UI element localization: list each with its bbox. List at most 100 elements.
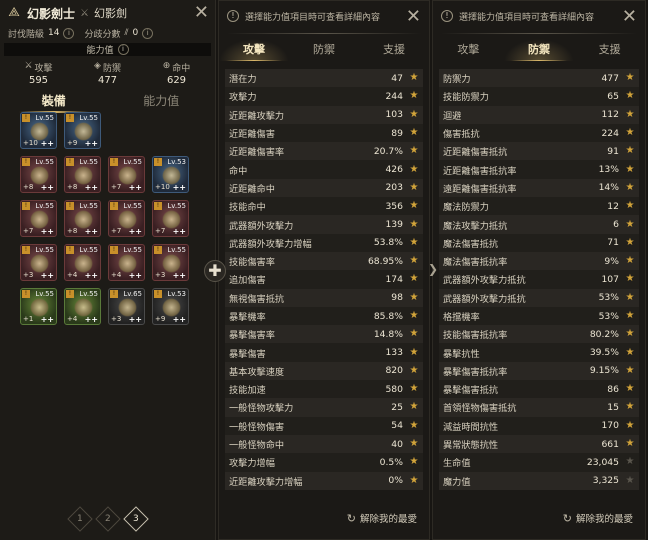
equipment-slot[interactable]: ! Lv.55 +7 ++	[20, 200, 57, 237]
stat-row[interactable]: 暴擊抗性 39.5% ★	[439, 343, 639, 362]
reset-favorites-button[interactable]: ↻ 解除我的最愛	[563, 511, 633, 526]
stat-row[interactable]: 近距離傷害抵抗率 13% ★	[439, 160, 639, 179]
stat-row[interactable]: 迴避 112 ★	[439, 105, 639, 124]
equipment-slot[interactable]: ! Lv.55 +7 ++	[108, 156, 145, 193]
favorite-star-icon[interactable]: ★	[625, 347, 635, 358]
favorite-star-icon[interactable]: ★	[409, 109, 419, 120]
stat-row[interactable]: 暴擊傷害抵抗 86 ★	[439, 380, 639, 399]
favorite-star-icon[interactable]: ★	[625, 475, 635, 486]
stat-row[interactable]: 減益時間抗性 170 ★	[439, 416, 639, 435]
favorite-star-icon[interactable]: ★	[625, 420, 635, 431]
favorite-star-icon[interactable]: ★	[409, 274, 419, 284]
stat-row[interactable]: 攻擊力 244 ★	[225, 87, 423, 106]
close-icon[interactable]: ✕	[406, 6, 421, 27]
equipment-slot[interactable]: ! Lv.55 +3 ++	[20, 244, 57, 281]
favorite-star-icon[interactable]: ★	[409, 237, 419, 248]
stat-row[interactable]: 近距離攻擊力增幅 0% ★	[225, 471, 423, 490]
tab-equipment[interactable]: 裝備	[0, 91, 108, 113]
tab-attack[interactable]: 攻擊	[219, 39, 289, 61]
stat-row[interactable]: 武器額外攻擊力增幅 53.8% ★	[225, 233, 423, 252]
stat-row[interactable]: 基本攻擊速度 820 ★	[225, 361, 423, 381]
favorite-star-icon[interactable]: ★	[625, 146, 635, 156]
reset-favorites-button[interactable]: ↻ 解除我的最愛	[347, 511, 417, 526]
expand-plus-icon[interactable]: ✚	[204, 260, 226, 282]
favorite-star-icon[interactable]: ★	[409, 311, 419, 321]
favorite-star-icon[interactable]: ★	[409, 219, 419, 230]
info-icon[interactable]: i	[63, 27, 75, 39]
favorite-star-icon[interactable]: ★	[625, 329, 635, 339]
favorite-star-icon[interactable]: ★	[625, 274, 635, 284]
stat-row[interactable]: 格擋機率 53% ★	[439, 306, 639, 326]
close-icon[interactable]: ✕	[622, 6, 637, 27]
favorite-star-icon[interactable]: ★	[409, 347, 419, 358]
favorite-star-icon[interactable]: ★	[409, 91, 419, 101]
tab-defense[interactable]: 防禦	[289, 39, 359, 61]
equipment-slot[interactable]: ! Lv.55 +4 ++	[64, 288, 101, 325]
stat-row[interactable]: 魔法傷害抵抗 71 ★	[439, 233, 639, 252]
stat-row[interactable]: 魔法防禦力 12 ★	[439, 197, 639, 216]
favorite-star-icon[interactable]: ★	[409, 329, 419, 339]
chevron-right-icon[interactable]: ❯	[428, 262, 438, 278]
page-button-1[interactable]: 1	[67, 506, 93, 532]
page-button-2[interactable]: 2	[95, 506, 121, 532]
stat-row[interactable]: 近距離命中 203 ★	[225, 178, 423, 198]
tab-attack[interactable]: 攻擊	[433, 39, 504, 61]
stat-row[interactable]: 魔法傷害抵抗率 9% ★	[439, 251, 639, 271]
stat-row[interactable]: 追加傷害 174 ★	[225, 270, 423, 289]
equipment-slot[interactable]: ! Lv.55 +1 ++	[20, 288, 57, 325]
favorite-star-icon[interactable]: ★	[625, 384, 635, 394]
tab-abilities[interactable]: 能力值	[108, 91, 216, 113]
stat-row[interactable]: 異常狀態抗性 661 ★	[439, 434, 639, 454]
stat-row[interactable]: 攻擊力增幅 0.5% ★	[225, 453, 423, 472]
stat-row[interactable]: 暴擊機率 85.8% ★	[225, 306, 423, 326]
favorite-star-icon[interactable]: ★	[625, 402, 635, 412]
favorite-star-icon[interactable]: ★	[409, 420, 419, 431]
favorite-star-icon[interactable]: ★	[625, 109, 635, 120]
info-icon[interactable]: i	[117, 44, 129, 55]
equipment-slot[interactable]: ! Lv.55 +4 ++	[108, 244, 145, 281]
stat-row[interactable]: 近距離傷害率 20.7% ★	[225, 142, 423, 161]
stat-row[interactable]: 技能防禦力 65 ★	[439, 87, 639, 106]
favorite-star-icon[interactable]: ★	[625, 292, 635, 303]
favorite-star-icon[interactable]: ★	[409, 402, 419, 412]
favorite-star-icon[interactable]: ★	[625, 237, 635, 248]
favorite-star-icon[interactable]: ★	[625, 182, 635, 193]
favorite-star-icon[interactable]: ★	[409, 365, 419, 376]
favorite-star-icon[interactable]: ★	[625, 256, 635, 266]
stat-row[interactable]: 一般怪物攻擊力 25 ★	[225, 398, 423, 417]
stat-row[interactable]: 一般怪物命中 40 ★	[225, 434, 423, 454]
equipment-slot[interactable]: ! Lv.55 +7 ++	[152, 200, 189, 237]
stat-row[interactable]: 武器額外攻擊力抵抗 53% ★	[439, 288, 639, 307]
stat-row[interactable]: 魔法攻擊力抵抗 6 ★	[439, 215, 639, 234]
stat-row[interactable]: 技能傷害抵抗率 80.2% ★	[439, 325, 639, 344]
favorite-star-icon[interactable]: ★	[409, 201, 419, 211]
stat-row[interactable]: 命中 426 ★	[225, 160, 423, 179]
stat-row[interactable]: 暴擊傷害率 14.8% ★	[225, 325, 423, 344]
equipment-slot[interactable]: ! Lv.53 +10 ++	[152, 156, 189, 193]
equipment-slot[interactable]: ! Lv.55 +7 ++	[108, 200, 145, 237]
favorite-star-icon[interactable]: ★	[409, 164, 419, 175]
page-button-3[interactable]: 3	[123, 506, 149, 532]
tab-defense[interactable]: 防禦	[503, 39, 575, 61]
stat-row[interactable]: 一般怪物傷害 54 ★	[225, 416, 423, 435]
stat-row[interactable]: 武器額外攻擊力抵抗 107 ★	[439, 270, 639, 289]
stat-row[interactable]: 遠距離傷害抵抗率 14% ★	[439, 178, 639, 198]
close-icon[interactable]: ✕	[194, 4, 209, 22]
favorite-star-icon[interactable]: ★	[409, 182, 419, 193]
stat-row[interactable]: 近距離傷害 89 ★	[225, 123, 423, 143]
equipment-slot[interactable]: ! Lv.65 +3 ++	[108, 288, 145, 325]
favorite-star-icon[interactable]: ★	[625, 219, 635, 230]
favorite-star-icon[interactable]: ★	[409, 256, 419, 266]
equipment-slot[interactable]: ! Lv.55 +8 ++	[64, 200, 101, 237]
equipment-slot[interactable]: ! Lv.53 +9 ++	[152, 288, 189, 325]
favorite-star-icon[interactable]: ★	[625, 365, 635, 376]
favorite-star-icon[interactable]: ★	[409, 439, 419, 449]
equipment-slot[interactable]: ! Lv.55 +3 ++	[152, 244, 189, 281]
favorite-star-icon[interactable]: ★	[625, 439, 635, 449]
favorite-star-icon[interactable]: ★	[409, 457, 419, 467]
equipment-slot[interactable]: ! Lv.55 +8 ++	[20, 156, 57, 193]
favorite-star-icon[interactable]: ★	[409, 384, 419, 394]
tab-support[interactable]: 支援	[574, 39, 645, 61]
stat-row[interactable]: 技能命中 356 ★	[225, 197, 423, 216]
stat-row[interactable]: 暴擊傷害 133 ★	[225, 343, 423, 362]
